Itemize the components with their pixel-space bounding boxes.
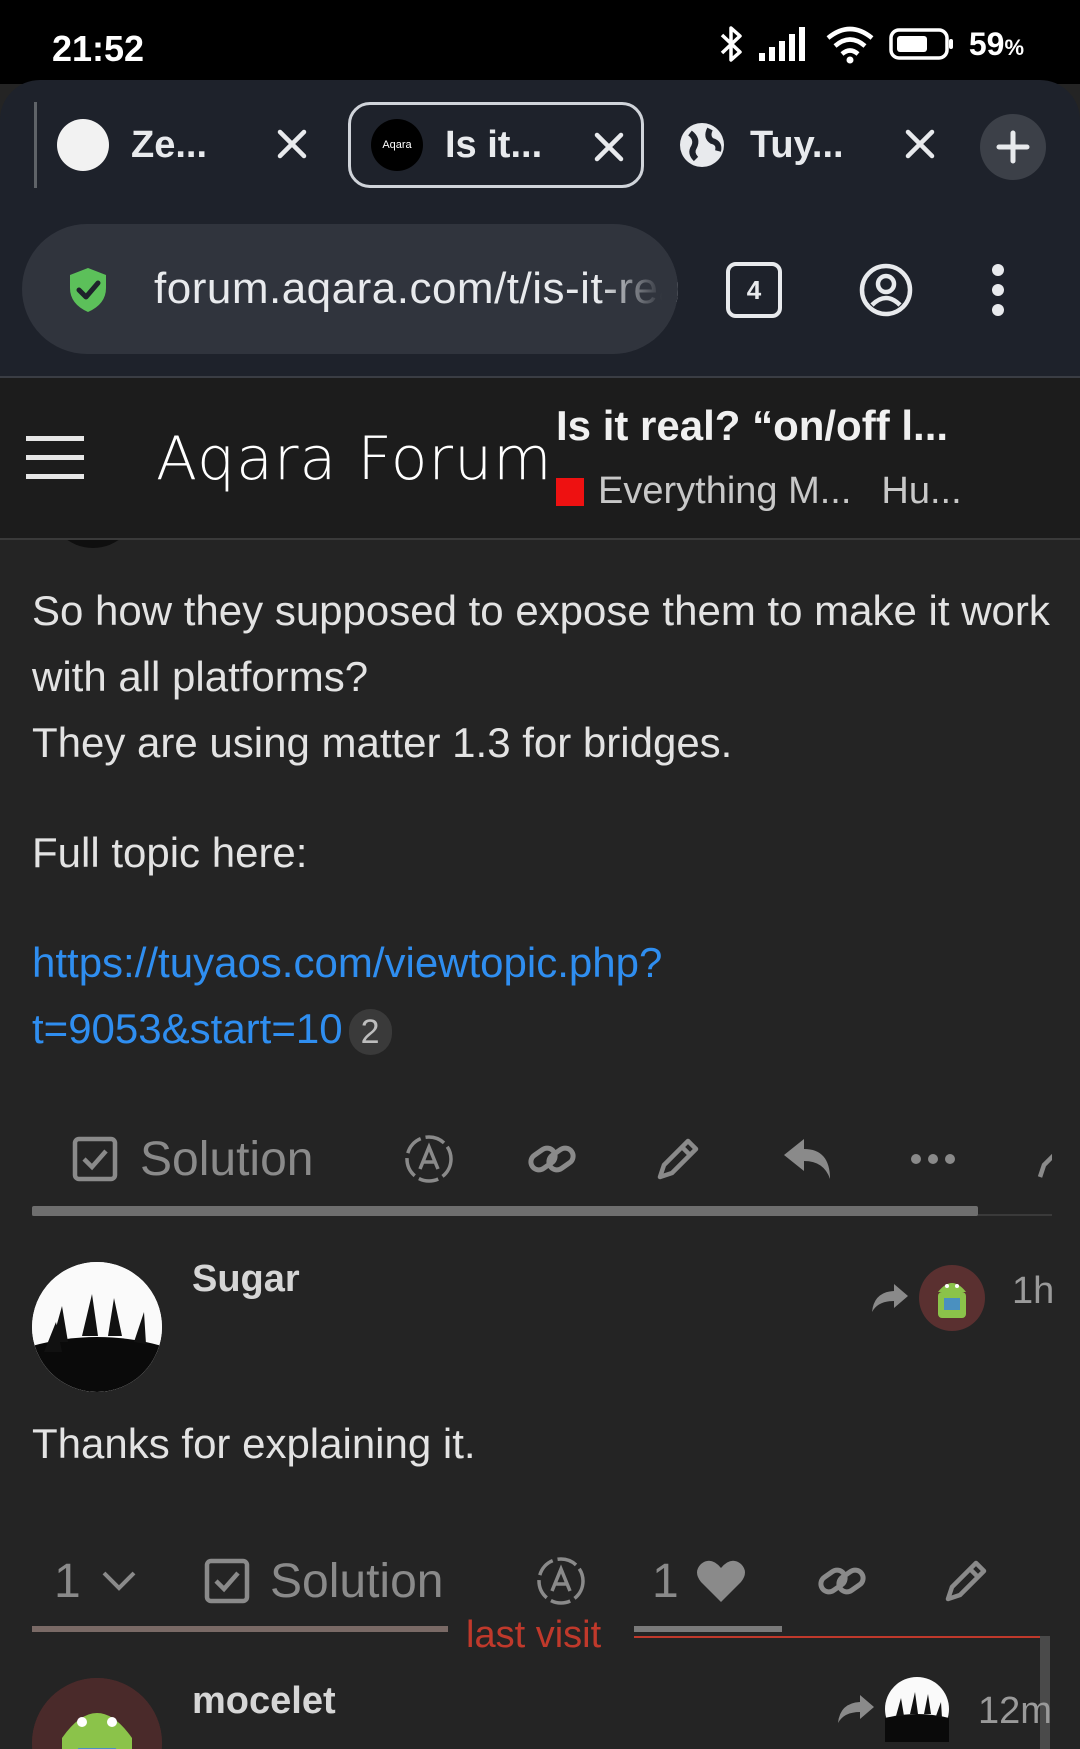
like-count: 1 bbox=[652, 1554, 679, 1608]
last-visit-line bbox=[634, 1626, 782, 1632]
last-visit-label: last visit bbox=[466, 1614, 602, 1656]
forum-logo[interactable]: Aqara Forum bbox=[156, 424, 553, 494]
reply-icon bbox=[784, 1139, 830, 1179]
solution-button[interactable]: Solution bbox=[204, 1536, 443, 1626]
sugar-avatar-icon bbox=[885, 1677, 949, 1742]
post-actions: Solution bbox=[32, 1114, 1052, 1204]
ai-badge-icon bbox=[537, 1557, 585, 1605]
bluetooth-icon bbox=[720, 26, 742, 62]
ai-badge-icon bbox=[405, 1135, 453, 1183]
last-visit-line bbox=[32, 1626, 448, 1632]
browser-toolbar: forum.aqara.com/t/is-it-real 4 bbox=[0, 210, 1080, 378]
ai-button[interactable] bbox=[534, 1536, 588, 1626]
tab-strip: Ze... Aqara Is it... Tuy... bbox=[0, 80, 1080, 210]
reply-to-indicator[interactable] bbox=[834, 1676, 950, 1742]
link-icon bbox=[528, 1145, 576, 1173]
tab-active-aqara[interactable]: Aqara Is it... bbox=[348, 102, 644, 188]
ai-button[interactable] bbox=[402, 1114, 456, 1204]
battery-percent: 59 bbox=[968, 25, 1005, 62]
solution-button[interactable]: Solution bbox=[72, 1114, 313, 1204]
edit-button[interactable] bbox=[652, 1114, 704, 1204]
overflow-action[interactable] bbox=[1032, 1114, 1052, 1204]
solution-label: Solution bbox=[270, 1554, 444, 1608]
more-actions-button[interactable] bbox=[910, 1114, 956, 1204]
share-arrow-icon bbox=[838, 1695, 874, 1723]
tab-title: Tuy... bbox=[750, 123, 844, 166]
close-icon[interactable] bbox=[898, 122, 942, 166]
avatar-image bbox=[32, 1262, 162, 1392]
topic-title[interactable]: Is it real? “on/off l... bbox=[556, 402, 948, 450]
tab-tuya[interactable]: Tuy... bbox=[668, 102, 938, 188]
pencil-icon bbox=[1037, 1153, 1052, 1178]
address-bar[interactable]: forum.aqara.com/t/is-it-real bbox=[22, 224, 678, 354]
close-icon[interactable] bbox=[587, 125, 631, 169]
post-actions: 1 Solution 1 bbox=[32, 1536, 1052, 1626]
reply-count: 1 bbox=[54, 1554, 81, 1608]
replies-toggle[interactable]: 1 bbox=[54, 1536, 137, 1626]
actions-scrollbar[interactable] bbox=[32, 1206, 978, 1216]
username[interactable]: mocelet bbox=[192, 1680, 336, 1723]
tab-switcher-button[interactable]: 4 bbox=[726, 262, 782, 318]
account-icon[interactable] bbox=[858, 262, 914, 318]
category-color-square bbox=[556, 477, 584, 506]
post-time[interactable]: 1h bbox=[1012, 1270, 1054, 1313]
reply-to-indicator[interactable] bbox=[868, 1264, 986, 1332]
share-arrow-icon bbox=[872, 1284, 908, 1312]
hamburger-menu-icon[interactable] bbox=[26, 434, 84, 482]
ellipsis-icon bbox=[911, 1154, 955, 1164]
post-link[interactable]: https://tuyaos.com/viewtopic.php? t=9053&… bbox=[32, 939, 662, 1052]
tab-zeta[interactable]: Ze... bbox=[34, 102, 324, 188]
globe-icon bbox=[680, 123, 724, 167]
category-name: Everything M... bbox=[598, 470, 852, 512]
forum-header: Aqara Forum Is it real? “on/off l... Eve… bbox=[0, 378, 1080, 540]
plus-icon bbox=[996, 130, 1030, 164]
avatar[interactable] bbox=[32, 1678, 162, 1749]
post-paragraph: They are using matter 1.3 for bridges. bbox=[32, 719, 733, 766]
signal-icon bbox=[758, 27, 805, 61]
battery-icon bbox=[889, 28, 953, 60]
copy-link-button[interactable] bbox=[816, 1536, 868, 1626]
tab-favicon bbox=[57, 119, 109, 171]
link-click-count: 2 bbox=[348, 1008, 392, 1055]
post-time[interactable]: 12m bbox=[978, 1690, 1052, 1733]
pencil-icon bbox=[657, 1138, 699, 1180]
checkbox-icon bbox=[204, 1558, 250, 1604]
edit-button[interactable] bbox=[940, 1536, 992, 1626]
avatar-image bbox=[32, 1678, 162, 1749]
like-button[interactable]: 1 bbox=[652, 1536, 747, 1626]
solution-label: Solution bbox=[140, 1132, 314, 1186]
post-paragraph: Full topic here: bbox=[32, 829, 308, 876]
more-menu-icon[interactable] bbox=[990, 262, 1006, 318]
topic-category[interactable]: Everything M... Hu... bbox=[556, 470, 962, 513]
post-link-block: https://tuyaos.com/viewtopic.php? t=9053&… bbox=[32, 930, 1052, 1062]
pencil-icon bbox=[945, 1560, 987, 1602]
heart-icon bbox=[696, 1560, 745, 1602]
reply-button[interactable] bbox=[780, 1114, 836, 1204]
chevron-down-icon bbox=[102, 1571, 136, 1591]
avatar[interactable] bbox=[32, 1262, 162, 1392]
last-visit-line bbox=[634, 1636, 1048, 1638]
new-tab-button[interactable] bbox=[980, 114, 1046, 180]
secure-shield-icon[interactable] bbox=[66, 266, 110, 314]
tab-title: Is it... bbox=[445, 123, 543, 166]
battery-percent-sign: % bbox=[1004, 34, 1024, 60]
post-body: So how they supposed to expose them to m… bbox=[32, 578, 1052, 1106]
username[interactable]: Sugar bbox=[192, 1258, 300, 1301]
post-paragraph: So how they supposed to expose them to m… bbox=[32, 587, 1050, 700]
android-avatar-icon bbox=[919, 1265, 985, 1331]
status-bar: 21:52 59% bbox=[0, 0, 1080, 84]
tab-title: Ze... bbox=[131, 123, 208, 166]
wifi-icon bbox=[826, 26, 874, 64]
link-icon bbox=[818, 1567, 866, 1595]
aqara-favicon: Aqara bbox=[371, 119, 423, 171]
topic-tag[interactable]: Hu... bbox=[881, 470, 961, 513]
close-icon[interactable] bbox=[270, 122, 314, 166]
copy-link-button[interactable] bbox=[526, 1114, 578, 1204]
post-body: Thanks for explaining it. bbox=[32, 1420, 476, 1467]
checkbox-icon bbox=[72, 1136, 118, 1182]
status-time: 21:52 bbox=[52, 28, 145, 69]
